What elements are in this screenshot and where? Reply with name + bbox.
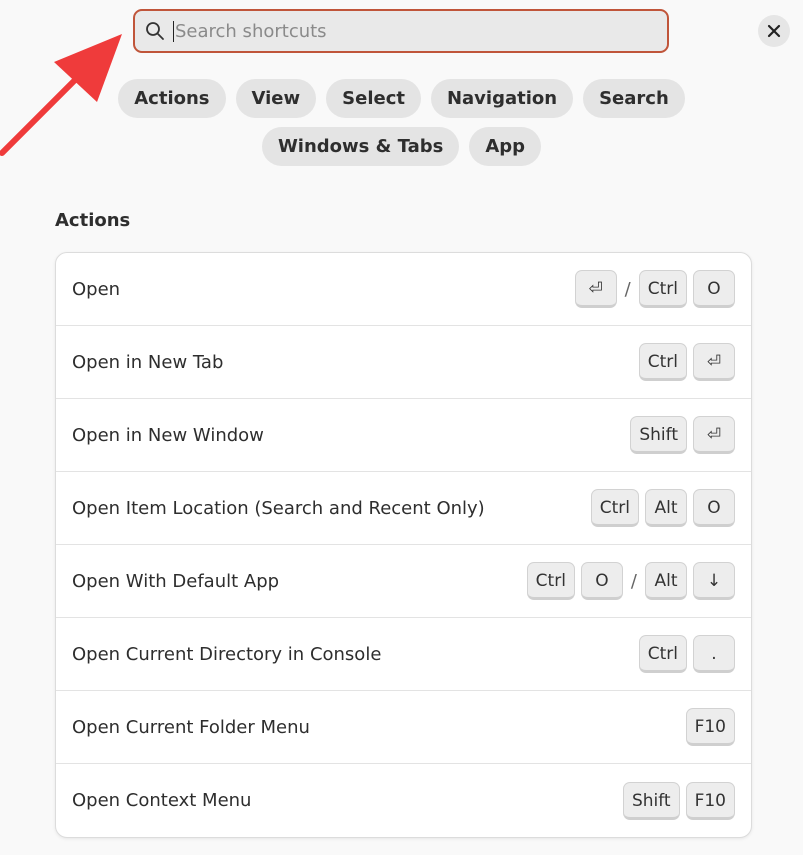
key-combo: Ctrl O / Alt ↓ bbox=[526, 562, 735, 600]
key-combo: Ctrl Alt O bbox=[590, 489, 735, 527]
search-icon bbox=[146, 22, 164, 40]
key-separator: / bbox=[630, 570, 637, 592]
key-combo: Ctrl. bbox=[638, 635, 735, 673]
shortcut-row: Open Item Location (Search and Recent On… bbox=[56, 472, 751, 545]
keycap: Shift bbox=[630, 416, 687, 454]
category-actions-button[interactable]: Actions bbox=[118, 79, 226, 118]
keycap: . bbox=[693, 635, 735, 673]
keycap: Alt bbox=[645, 562, 687, 600]
keycap: ⏎ bbox=[693, 416, 735, 454]
shortcut-row: Open ⏎ / Ctrl O bbox=[56, 253, 751, 326]
shortcut-label: Open Context Menu bbox=[72, 790, 252, 811]
search-bar[interactable] bbox=[133, 9, 669, 53]
keycap: ↓ bbox=[693, 562, 735, 600]
keycap: Shift bbox=[622, 781, 680, 820]
shortcut-label: Open in New Window bbox=[72, 424, 264, 446]
shortcut-row: Open Context Menu Shift F10 bbox=[56, 764, 751, 837]
key-combo: Shift ⏎ bbox=[630, 416, 735, 454]
shortcut-label: Open With Default App bbox=[72, 570, 280, 592]
keycap: Ctrl bbox=[638, 635, 687, 673]
key-separator: / bbox=[624, 278, 631, 300]
keycap: Ctrl bbox=[526, 562, 575, 600]
keycap: O bbox=[693, 270, 735, 308]
close-icon bbox=[767, 24, 781, 38]
shortcut-row: Open With Default App Ctrl O / Alt ↓ bbox=[56, 545, 751, 618]
category-select-button[interactable]: Select bbox=[326, 79, 421, 118]
shortcut-row: Open in New Window Shift ⏎ bbox=[56, 399, 751, 472]
category-view-button[interactable]: View bbox=[235, 79, 317, 118]
keycap: O bbox=[693, 489, 735, 527]
category-navigation-button[interactable]: Navigation bbox=[430, 79, 574, 118]
keycap: F10 bbox=[685, 708, 735, 746]
shortcut-label: Open in New Tab bbox=[72, 351, 224, 373]
category-row-2: Windows & Tabs App bbox=[0, 127, 803, 166]
shortcut-row: Open Current Folder Menu F10 bbox=[56, 691, 751, 764]
shortcuts-window: ActionsViewSelectNavigationSearch Window… bbox=[0, 0, 803, 855]
category-row-1: Actions View Select Navigation Search bbox=[0, 79, 803, 118]
shortcut-label: Open Item Location (Search and Recent On… bbox=[72, 497, 485, 519]
search-input[interactable] bbox=[173, 20, 645, 42]
keycap: Ctrl bbox=[638, 270, 687, 308]
shortcut-label: Open Current Folder Menu bbox=[72, 716, 310, 738]
section-title: Actions bbox=[55, 210, 131, 231]
shortcut-label: Open bbox=[72, 278, 121, 300]
shortcut-row: Open in New Tab Ctrl ⏎ bbox=[56, 326, 751, 399]
close-button[interactable] bbox=[758, 15, 790, 47]
key-combo: Ctrl ⏎ bbox=[638, 343, 735, 381]
category-windows-tabs-button[interactable]: Windows & Tabs bbox=[261, 127, 460, 166]
keycap: Ctrl bbox=[590, 489, 639, 527]
keycap: ⏎ bbox=[574, 270, 617, 308]
keycap: Alt bbox=[645, 489, 687, 527]
category-search-button[interactable]: Search bbox=[583, 79, 685, 118]
key-combo: Shift F10 bbox=[622, 781, 735, 820]
shortcut-list: Open ⏎ / Ctrl O Open in New Tab Ctrl ⏎ Open in N… bbox=[55, 252, 752, 838]
category-app-button[interactable]: App bbox=[469, 127, 542, 166]
keycap: Ctrl bbox=[638, 343, 687, 381]
keycap: ⏎ bbox=[693, 343, 735, 381]
shortcut-label: Open Current Directory in Console bbox=[72, 643, 382, 665]
key-combo: F10 bbox=[685, 708, 735, 746]
keycap: O bbox=[580, 562, 623, 600]
shortcut-row: Open Current Directory in Console Ctrl. bbox=[56, 618, 751, 691]
keycap: F10 bbox=[685, 781, 735, 820]
key-combo: ⏎ / Ctrl O bbox=[574, 270, 735, 308]
